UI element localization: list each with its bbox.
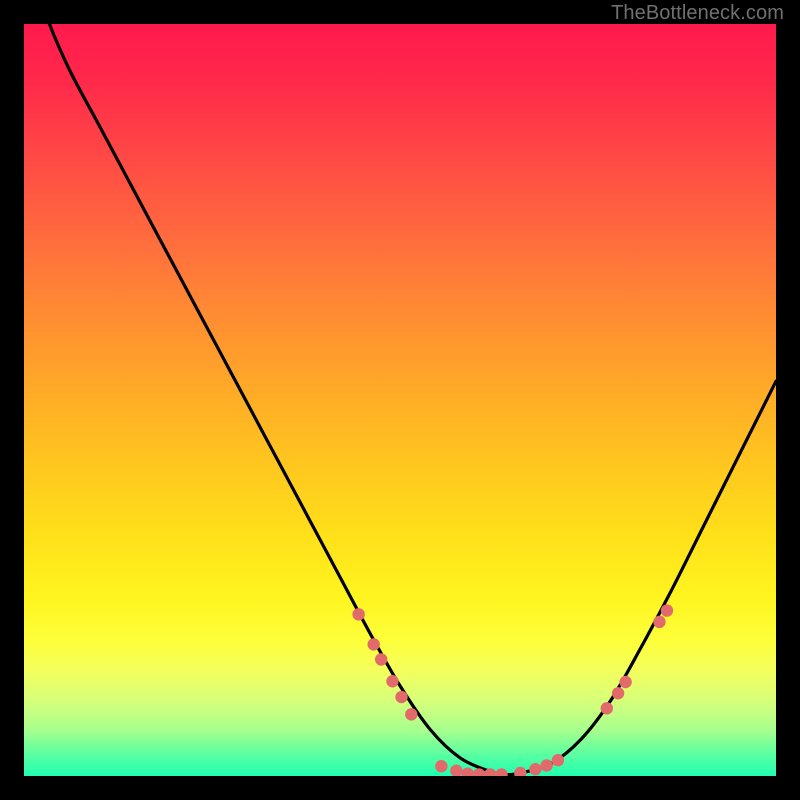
data-marker bbox=[552, 754, 564, 766]
data-marker bbox=[514, 767, 526, 776]
data-marker bbox=[450, 765, 462, 776]
data-marker bbox=[386, 675, 398, 687]
attribution-label: TheBottleneck.com bbox=[611, 2, 784, 25]
chart-frame: TheBottleneck.com bbox=[0, 0, 800, 800]
bottleneck-curve bbox=[24, 24, 776, 775]
data-marker bbox=[461, 768, 473, 776]
data-marker bbox=[435, 760, 447, 772]
chart-svg bbox=[24, 24, 776, 776]
data-markers bbox=[352, 604, 673, 776]
data-marker bbox=[395, 691, 407, 703]
data-marker bbox=[405, 708, 417, 720]
data-marker bbox=[352, 608, 364, 620]
data-marker bbox=[612, 687, 624, 699]
data-marker bbox=[375, 653, 387, 665]
data-marker bbox=[653, 616, 665, 628]
data-marker bbox=[601, 702, 613, 714]
data-marker bbox=[540, 759, 552, 771]
plot-area bbox=[24, 24, 776, 776]
data-marker bbox=[529, 763, 541, 775]
data-marker bbox=[495, 768, 507, 776]
data-marker bbox=[367, 638, 379, 650]
data-marker bbox=[619, 676, 631, 688]
curve-path bbox=[24, 24, 776, 775]
data-marker bbox=[661, 604, 673, 616]
